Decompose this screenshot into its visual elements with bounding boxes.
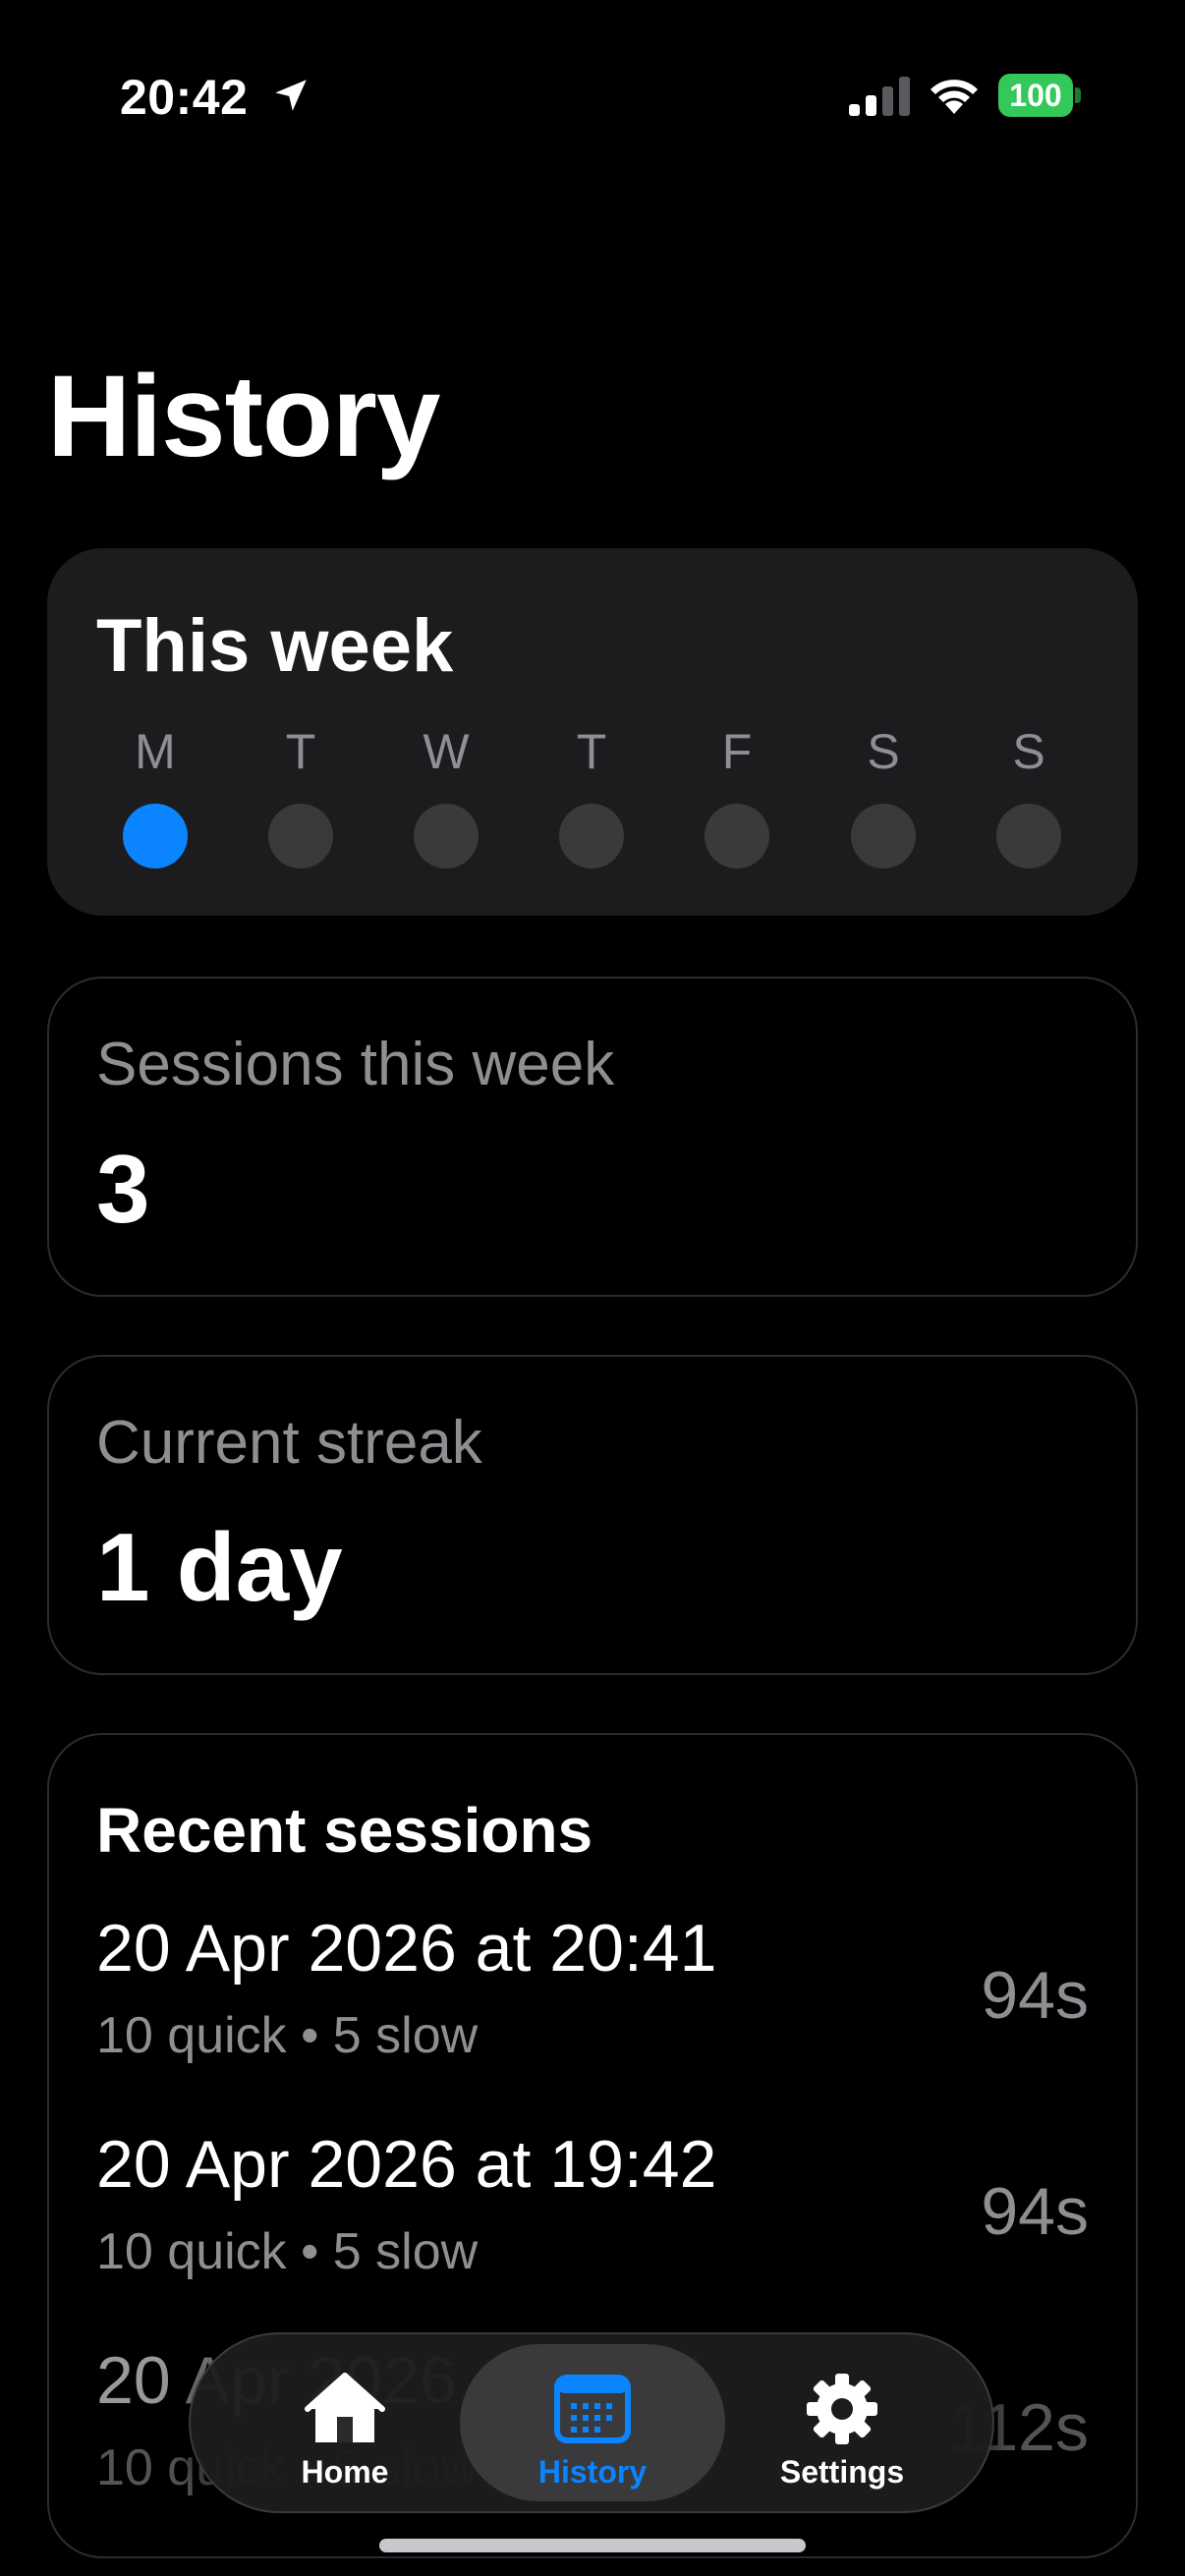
day-dot-tuesday	[268, 804, 333, 868]
day-dot-thursday	[559, 804, 624, 868]
tab-settings-label: Settings	[779, 2454, 905, 2490]
day-label-wednesday: W	[423, 724, 470, 779]
tab-history-label: History	[537, 2454, 648, 2490]
day-label-tuesday: T	[285, 724, 316, 779]
day-dot-wednesday	[414, 804, 479, 868]
day-dot-monday	[123, 804, 188, 868]
status-bar: 20:42 100	[0, 0, 1185, 187]
day-label-monday: M	[135, 724, 176, 779]
location-arrow-icon	[275, 80, 307, 111]
gear-icon	[807, 2374, 877, 2444]
house-icon	[305, 2373, 385, 2442]
current-streak-card: Current streak 1 day	[47, 1355, 1138, 1675]
calendar-icon	[554, 2375, 631, 2443]
current-streak-value: 1 day	[96, 1513, 343, 1621]
session-date: 20 Apr 2026 at 19:42	[96, 2127, 717, 2202]
battery-icon: 100	[998, 74, 1081, 117]
current-streak-label: Current streak	[96, 1409, 482, 1477]
this-week-card: This week M T W T F S S	[47, 548, 1138, 916]
session-date: 20 Apr 2026 at 20:41	[96, 1911, 717, 1986]
tab-home[interactable]: Home	[212, 2344, 478, 2501]
wifi-icon	[931, 80, 978, 114]
screen: 20:42 100 History This week M T W T F S	[0, 0, 1185, 2576]
recent-sessions-title: Recent sessions	[96, 1795, 593, 1866]
day-dot-sunday	[996, 804, 1061, 868]
battery-level: 100	[1009, 78, 1062, 113]
day-label-friday: F	[721, 724, 753, 779]
day-dot-friday	[705, 804, 769, 868]
home-indicator[interactable]	[379, 2539, 806, 2552]
cellular-signal-icon	[849, 77, 910, 116]
day-dot-saturday	[851, 804, 916, 868]
sessions-this-week-card: Sessions this week 3	[47, 977, 1138, 1297]
tab-history[interactable]: History	[460, 2344, 725, 2501]
session-row[interactable]: 20 Apr 2026 at 19:42 10 quick • 5 slow 9…	[96, 2126, 1089, 2323]
day-label-thursday: T	[576, 724, 607, 779]
page-title: History	[47, 352, 441, 481]
day-label-saturday: S	[867, 724, 900, 779]
sessions-this-week-label: Sessions this week	[96, 1031, 615, 1098]
session-row[interactable]: 20 Apr 2026 at 20:41 10 quick • 5 slow 9…	[96, 1910, 1089, 2106]
session-duration: 94s	[981, 2174, 1089, 2249]
tab-home-label: Home	[301, 2454, 389, 2490]
session-detail: 10 quick • 5 slow	[96, 2223, 479, 2280]
tab-settings[interactable]: Settings	[709, 2344, 975, 2501]
session-detail: 10 quick • 5 slow	[96, 2007, 479, 2064]
session-duration: 94s	[981, 1958, 1089, 2033]
battery-tip	[1075, 87, 1081, 103]
day-label-sunday: S	[1012, 724, 1045, 779]
sessions-this-week-value: 3	[96, 1135, 150, 1243]
this-week-title: This week	[96, 604, 454, 688]
status-time: 20:42	[120, 70, 249, 125]
tab-bar: Home History Settings	[189, 2332, 994, 2513]
